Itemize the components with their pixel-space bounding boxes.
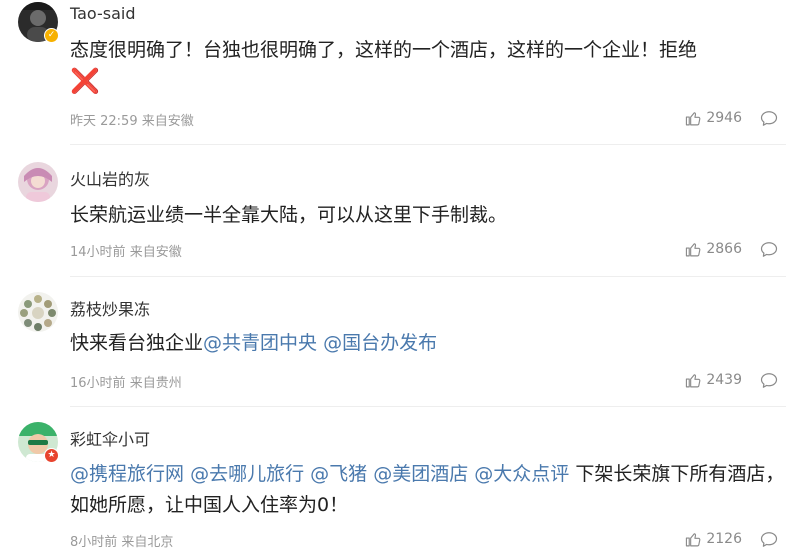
mention-link[interactable]: @携程旅行网 [70,463,184,485]
comment-time: 16小时前 [70,376,126,391]
comment-body: 长荣航运业绩一半全靠大陆，可以从这里下手制裁。 [70,204,508,226]
comment-location: 来自贵州 [129,376,182,391]
verified-badge-icon: ★ [44,448,59,463]
comment-text: 快来看台独企业@共青团中央 @国台办发布 [70,328,786,359]
like-button[interactable]: 2126 [685,531,742,548]
mention-link[interactable]: @国台办发布 [323,332,437,354]
comment-meta: 14小时前 来自安徽 [70,241,182,260]
avatar[interactable] [18,292,58,332]
reply-button[interactable] [760,531,778,548]
reply-button[interactable] [760,241,778,258]
comment-username[interactable]: Tao-said [70,4,136,23]
speech-bubble-icon [760,531,778,547]
mention-link[interactable]: @去哪儿旅行 [190,463,304,485]
comment-time: 昨天 22:59 [70,114,138,129]
like-button[interactable]: 2946 [685,110,742,127]
comment-time: 14小时前 [70,245,126,260]
comment-actions: 2439 [685,370,778,390]
comment-username[interactable]: 彩虹伞小可 [70,426,150,450]
mention-link[interactable]: @美团酒店 [373,463,468,485]
comment-location: 来自北京 [121,535,174,550]
like-count: 2126 [706,531,742,547]
like-button[interactable]: 2439 [685,372,742,389]
comment-username[interactable]: 荔枝炒果冻 [70,296,150,320]
divider [70,406,786,407]
comment-meta: 昨天 22:59 来自安徽 [70,110,194,129]
comment-actions: 2126 [685,529,778,549]
like-count: 2866 [706,241,742,257]
comment-actions: 2946 [685,108,778,128]
like-count: 2439 [706,372,742,388]
thumbs-up-icon [686,532,701,546]
avatar-image [18,292,58,332]
reply-button[interactable] [760,110,778,127]
comment-body: 态度很明确了！台独也很明确了，这样的一个酒店，这样的一个企业！拒绝 [70,39,698,61]
thumbs-up-icon [686,373,701,387]
divider [70,144,786,145]
verified-badge-icon: ✓ [44,28,59,43]
mention-link[interactable]: @大众点评 [474,463,569,485]
comment-text: 长荣航运业绩一半全靠大陆，可以从这里下手制裁。 [70,200,786,231]
like-count: 2946 [706,110,742,126]
comment-location: 来自安徽 [129,245,182,260]
comment-meta: 8小时前 来自北京 [70,531,173,550]
comment-location: 来自安徽 [141,114,194,129]
cross-mark-emoji: ❌ [70,67,100,95]
comment-feed: ✓ Tao-said 态度很明确了！台独也很明确了，这样的一个酒店，这样的一个企… [0,0,800,558]
comment-meta: 16小时前 来自贵州 [70,372,182,391]
reply-button[interactable] [760,372,778,389]
comment-actions: 2866 [685,239,778,259]
comment-time: 8小时前 [70,535,118,550]
comment-username[interactable]: 火山岩的灰 [70,166,150,190]
comment-body: 快来看台独企业 [70,332,204,354]
speech-bubble-icon [760,110,778,126]
avatar-image [18,162,58,202]
speech-bubble-icon [760,372,778,388]
mention-link[interactable]: @共青团中央 [203,332,317,354]
divider [70,276,786,277]
comment-text: @携程旅行网 @去哪儿旅行 @飞猪 @美团酒店 @大众点评 下架长荣旗下所有酒店… [70,459,786,521]
avatar[interactable] [18,162,58,202]
comment-text: 态度很明确了！台独也很明确了，这样的一个酒店，这样的一个企业！拒绝 ❌ [70,35,786,99]
speech-bubble-icon [760,241,778,257]
like-button[interactable]: 2866 [685,241,742,258]
mention-link[interactable]: @飞猪 [310,463,367,485]
thumbs-up-icon [686,111,701,125]
thumbs-up-icon [686,242,701,256]
